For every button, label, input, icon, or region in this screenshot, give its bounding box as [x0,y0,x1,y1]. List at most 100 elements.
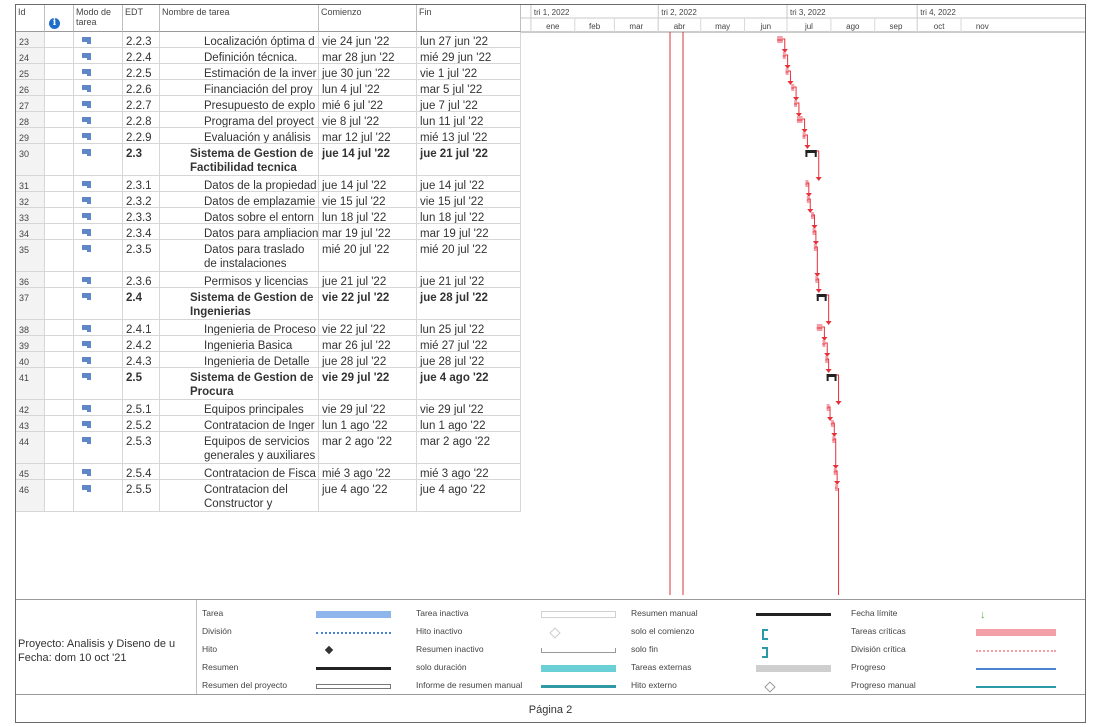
task-name[interactable]: Ingenieria de Proceso [160,320,319,335]
table-row[interactable]: 45 2.5.4 Contratacion de Fisca mié 3 ago '2… [16,464,521,480]
task-end[interactable]: lun 11 jul '22 [417,112,521,127]
col-header-mode[interactable]: Modo de tarea [74,5,123,32]
task-name[interactable]: Sistema de Gestion de Procura [160,368,319,399]
task-start[interactable]: jue 30 jun '22 [319,64,417,79]
task-mode[interactable] [74,48,123,63]
task-name[interactable]: Equipos principales [160,400,319,415]
task-end[interactable]: vie 15 jul '22 [417,192,521,207]
task-mode[interactable] [74,368,123,399]
task-name[interactable]: Datos sobre el entorn [160,208,319,223]
task-start[interactable]: vie 24 jun '22 [319,32,417,47]
task-end[interactable]: mar 5 jul '22 [417,80,521,95]
task-name[interactable]: Permisos y licencias [160,272,319,287]
task-start[interactable]: mar 19 jul '22 [319,224,417,239]
task-name[interactable]: Evaluación y análisis [160,128,319,143]
task-start[interactable]: mar 12 jul '22 [319,128,417,143]
col-header-end[interactable]: Fin [417,5,521,32]
task-end[interactable]: vie 1 jul '22 [417,64,521,79]
task-start[interactable]: vie 15 jul '22 [319,192,417,207]
task-mode[interactable] [74,480,123,511]
task-start[interactable]: jue 21 jul '22 [319,272,417,287]
task-end[interactable]: jue 4 ago '22 [417,368,521,399]
task-mode[interactable] [74,416,123,431]
task-name[interactable]: Presupuesto de explo [160,96,319,111]
table-row[interactable]: 25 2.2.5 Estimación de la inver jue 30 jun … [16,64,521,80]
task-mode[interactable] [74,32,123,47]
task-mode[interactable] [74,176,123,191]
task-mode[interactable] [74,64,123,79]
task-start[interactable]: jue 28 jul '22 [319,352,417,367]
task-end[interactable]: lun 18 jul '22 [417,208,521,223]
task-mode[interactable] [74,400,123,415]
table-row[interactable]: 35 2.3.5 Datos para traslado de instalacio… [16,240,521,272]
col-header-start[interactable]: Comienzo [319,5,417,32]
table-row[interactable]: 40 2.4.3 Ingenieria de Detalle jue 28 jul '… [16,352,521,368]
task-name[interactable]: Estimación de la inver [160,64,319,79]
table-row[interactable]: 30 2.3 Sistema de Gestion de Factibilidad … [16,144,521,176]
task-start[interactable]: vie 22 jul '22 [319,320,417,335]
task-mode[interactable] [74,224,123,239]
table-row[interactable]: 36 2.3.6 Permisos y licencias jue 21 jul '2… [16,272,521,288]
table-row[interactable]: 24 2.2.4 Definición técnica. mar 28 jun '22… [16,48,521,64]
table-row[interactable]: 31 2.3.1 Datos de la propiedad jue 14 jul '… [16,176,521,192]
task-start[interactable]: mié 20 jul '22 [319,240,417,271]
task-mode[interactable] [74,320,123,335]
task-start[interactable]: mié 3 ago '22 [319,464,417,479]
table-row[interactable]: 28 2.2.8 Programa del proyect vie 8 jul '22… [16,112,521,128]
task-name[interactable]: Definición técnica. [160,48,319,63]
table-row[interactable]: 41 2.5 Sistema de Gestion de Procura vie 29… [16,368,521,400]
task-name[interactable]: Sistema de Gestion de Factibilidad tecni… [160,144,319,175]
task-end[interactable]: jue 7 jul '22 [417,96,521,111]
table-row[interactable]: 29 2.2.9 Evaluación y análisis mar 12 jul '… [16,128,521,144]
task-start[interactable]: vie 22 jul '22 [319,288,417,319]
task-mode[interactable] [74,96,123,111]
task-end[interactable]: mié 3 ago '22 [417,464,521,479]
task-start[interactable]: vie 29 jul '22 [319,368,417,399]
task-start[interactable]: lun 1 ago '22 [319,416,417,431]
task-start[interactable]: lun 18 jul '22 [319,208,417,223]
table-row[interactable]: 38 2.4.1 Ingenieria de Proceso vie 22 jul '… [16,320,521,336]
task-name[interactable]: Financiación del proy [160,80,319,95]
task-end[interactable]: jue 4 ago '22 [417,480,521,511]
task-name[interactable]: Datos para ampliacion de [160,224,319,239]
task-mode[interactable] [74,288,123,319]
col-header-edt[interactable]: EDT [123,5,160,32]
task-mode[interactable] [74,208,123,223]
task-name[interactable]: Sistema de Gestion de Ingenierias [160,288,319,319]
col-header-id[interactable]: Id [16,5,45,32]
task-end[interactable]: jue 28 jul '22 [417,288,521,319]
table-row[interactable]: 44 2.5.3 Equipos de servicios generales y … [16,432,521,464]
task-name[interactable]: Datos de la propiedad [160,176,319,191]
task-name[interactable]: Contratacion de Inger [160,416,319,431]
task-name[interactable]: Programa del proyect [160,112,319,127]
task-start[interactable]: vie 29 jul '22 [319,400,417,415]
task-start[interactable]: vie 8 jul '22 [319,112,417,127]
task-end[interactable]: lun 27 jun '22 [417,32,521,47]
task-name[interactable]: Contratacion del Constructor y [160,480,319,511]
table-row[interactable]: 33 2.3.3 Datos sobre el entorn lun 18 jul '… [16,208,521,224]
task-mode[interactable] [74,128,123,143]
task-end[interactable]: mié 20 jul '22 [417,240,521,271]
task-name[interactable]: Equipos de servicios generales y auxilia… [160,432,319,463]
task-start[interactable]: lun 4 jul '22 [319,80,417,95]
task-start[interactable]: mar 2 ago '22 [319,432,417,463]
task-end[interactable]: mar 19 jul '22 [417,224,521,239]
table-row[interactable]: 46 2.5.5 Contratacion del Constructor y jue… [16,480,521,512]
task-end[interactable]: jue 28 jul '22 [417,352,521,367]
table-row[interactable]: 27 2.2.7 Presupuesto de explo mié 6 jul '22… [16,96,521,112]
table-row[interactable]: 342.3.4Datos para ampliacion demar 19 ju… [16,224,521,240]
task-mode[interactable] [74,144,123,175]
task-start[interactable]: jue 14 jul '22 [319,176,417,191]
col-header-indicators[interactable]: i [45,5,74,32]
task-mode[interactable] [74,192,123,207]
task-name[interactable]: Ingenieria de Detalle [160,352,319,367]
table-row[interactable]: 39 2.4.2 Ingenieria Basica mar 26 jul '22 mi… [16,336,521,352]
task-start[interactable]: mar 28 jun '22 [319,48,417,63]
task-end[interactable]: jue 21 jul '22 [417,272,521,287]
task-end[interactable]: jue 14 jul '22 [417,176,521,191]
task-mode[interactable] [74,464,123,479]
task-end[interactable]: mié 27 jul '22 [417,336,521,351]
task-end[interactable]: mié 29 jun '22 [417,48,521,63]
task-mode[interactable] [74,432,123,463]
task-mode[interactable] [74,240,123,271]
